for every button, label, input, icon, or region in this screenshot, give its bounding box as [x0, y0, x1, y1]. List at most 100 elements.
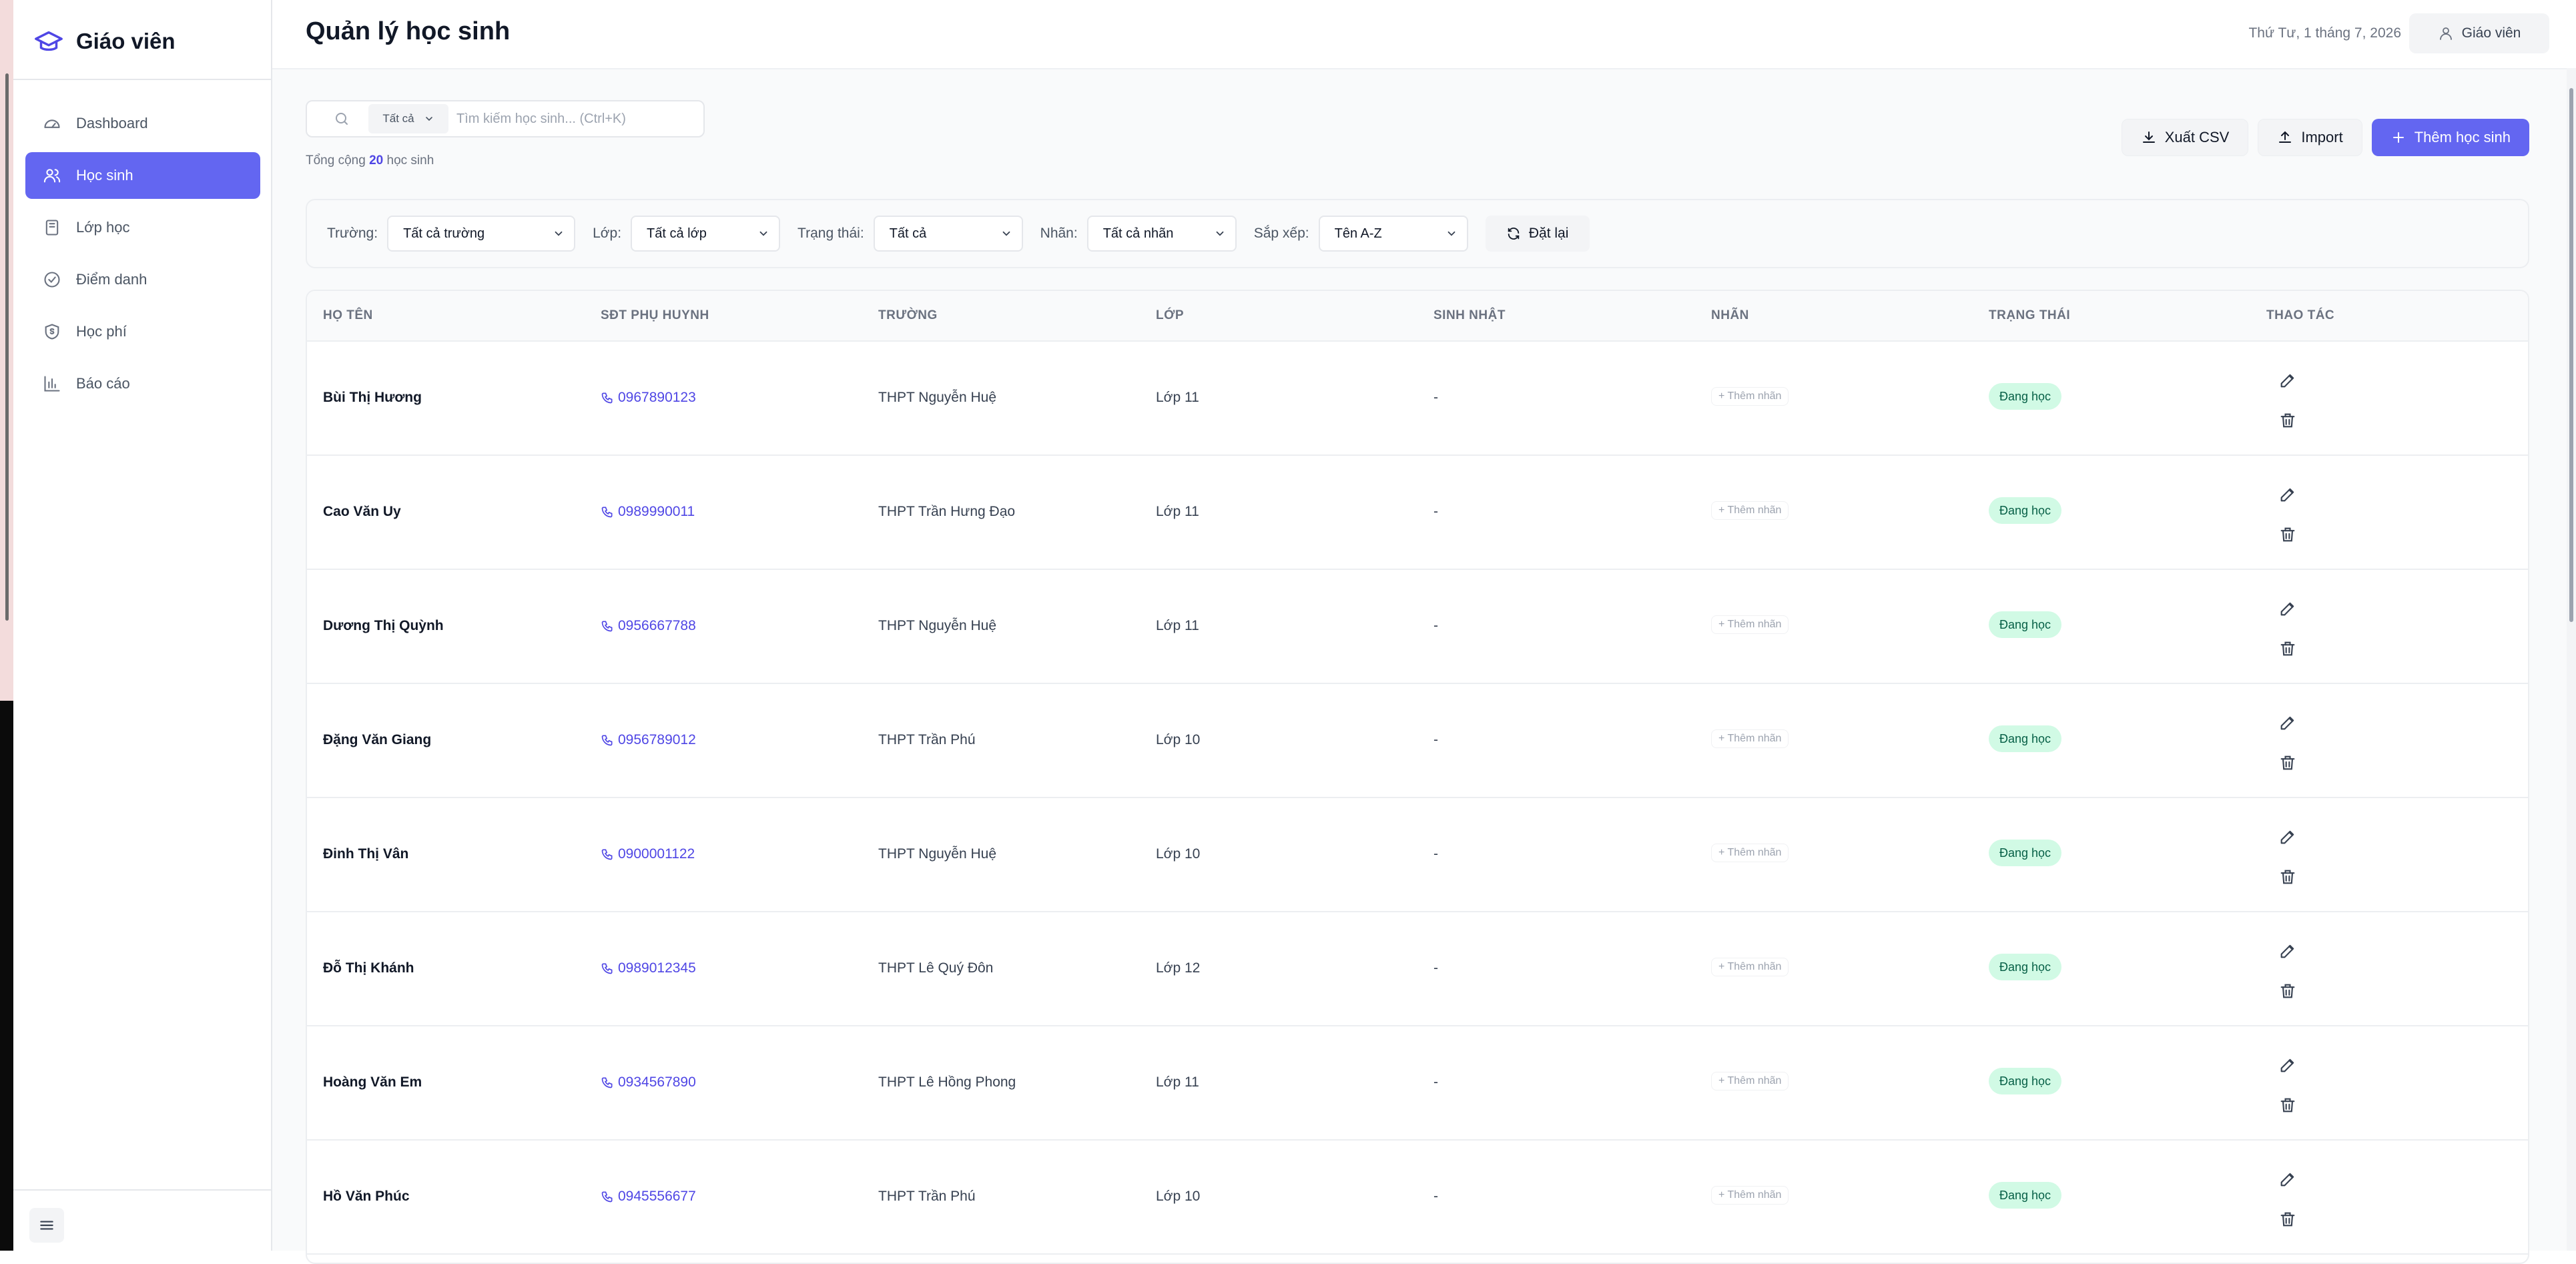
table-body: Bùi Thị Hương 0967890123 THPT Nguyễn Huệ Lớ…: [307, 342, 2528, 1255]
student-name: Dương Thị Quỳnh: [323, 618, 444, 633]
add-tag-button[interactable]: + Thêm nhãn: [1711, 387, 1789, 406]
column-header-tags: NHÃN: [1711, 308, 1749, 322]
delete-student-button[interactable]: [2269, 1086, 2306, 1124]
tag-filter-select[interactable]: Tất cả nhãn: [1086, 216, 1237, 252]
edit-student-button[interactable]: [2269, 476, 2306, 513]
parent-phone-link[interactable]: 0934567890: [601, 1074, 696, 1090]
add-tag-button[interactable]: + Thêm nhãn: [1711, 501, 1789, 520]
download-icon: [2142, 131, 2155, 143]
edit-student-button[interactable]: [2269, 590, 2306, 627]
search-input[interactable]: [455, 110, 703, 127]
table-row[interactable]: Hoàng Văn Em 0934567890 THPT Lê Hồng Phong…: [307, 1026, 2528, 1141]
parent-phone: 0956789012: [618, 732, 696, 747]
add-tag-button[interactable]: + Thêm nhãn: [1711, 1186, 1789, 1205]
brand-title: Giáo viên: [76, 29, 176, 53]
sort-select[interactable]: Tên A-Z: [1318, 216, 1468, 252]
parent-phone-link[interactable]: 0967890123: [601, 390, 696, 406]
delete-student-button[interactable]: [2269, 858, 2306, 896]
sidebar-toggle-button[interactable]: [29, 1208, 64, 1243]
column-header-name[interactable]: HỌ TÊN: [323, 308, 373, 323]
sidebar-item-reports[interactable]: Báo cáo: [25, 360, 260, 407]
import-button[interactable]: Import: [2258, 119, 2362, 156]
edit-student-button[interactable]: [2269, 932, 2306, 970]
delete-student-button[interactable]: [2269, 630, 2306, 667]
top-bar: Quản lý học sinh Thứ Tư, 1 tháng 7, 2026…: [272, 0, 2576, 69]
trash-icon: [2280, 984, 2295, 998]
add-student-button[interactable]: Thêm học sinh: [2371, 119, 2529, 156]
delete-student-button[interactable]: [2269, 972, 2306, 1010]
sidebar-item-students[interactable]: Học sinh: [25, 152, 260, 199]
sort-value: Tên A-Z: [1334, 226, 1382, 241]
sidebar-item-dashboard[interactable]: Dashboard: [25, 100, 260, 147]
reset-label: Đặt lại: [1528, 226, 1569, 241]
total-suffix: học sinh: [386, 153, 434, 168]
delete-student-button[interactable]: [2269, 516, 2306, 553]
page-scrollbar-thumb[interactable]: [2569, 88, 2573, 622]
table-row[interactable]: Đặng Văn Giang 0956789012 THPT Trần Phú Lớp…: [307, 684, 2528, 798]
delete-student-button[interactable]: [2269, 744, 2306, 781]
parent-phone: 0934567890: [618, 1074, 696, 1090]
class-filter-select[interactable]: Tất cả lớp: [631, 216, 781, 252]
column-header-phone: SĐT PHỤ HUYNH: [601, 308, 709, 322]
school-filter-select[interactable]: Tất cả trường: [387, 216, 576, 252]
table-row[interactable]: Đỗ Thị Khánh 0989012345 THPT Lê Quý Đôn Lớp…: [307, 912, 2528, 1026]
status-filter-select[interactable]: Tất cả: [873, 216, 1023, 252]
outer-scrollbar-thumb[interactable]: [5, 73, 9, 621]
pencil-icon: [2280, 488, 2294, 502]
add-student-label: Thêm học sinh: [2414, 129, 2511, 145]
parent-phone-link[interactable]: 0989990011: [601, 504, 695, 520]
sidebar-item-classes[interactable]: Lớp học: [25, 204, 260, 251]
sidebar-item-attendance[interactable]: Điểm danh: [25, 256, 260, 303]
brand[interactable]: Giáo viên: [33, 23, 176, 60]
brand-divider: [13, 79, 271, 80]
school-filter-label: Trường:: [327, 226, 378, 241]
table-row[interactable]: Đinh Thị Vân 0900001122 THPT Nguyễn Huệ Lớp…: [307, 798, 2528, 912]
search-scope-select[interactable]: Tất cả: [368, 104, 448, 133]
pencil-icon: [2280, 374, 2294, 388]
student-birthday: -: [1433, 390, 1438, 405]
phone-icon: [601, 392, 613, 404]
status-badge: Đang học: [1989, 1068, 2062, 1094]
parent-phone-link[interactable]: 0989012345: [601, 960, 696, 976]
menu-icon: [40, 1221, 53, 1230]
add-tag-button[interactable]: + Thêm nhãn: [1711, 844, 1789, 862]
column-header-status: TRẠNG THÁI: [1989, 308, 2071, 322]
edit-student-button[interactable]: [2269, 1161, 2306, 1198]
parent-phone: 0989990011: [618, 504, 695, 519]
edit-student-button[interactable]: [2269, 362, 2306, 399]
user-menu-button[interactable]: Giáo viên: [2409, 13, 2549, 53]
edit-student-button[interactable]: [2269, 704, 2306, 741]
sidebar-item-tuition[interactable]: Học phí: [25, 308, 260, 355]
parent-phone-link[interactable]: 0900001122: [601, 846, 695, 862]
book-icon: [45, 220, 59, 236]
parent-phone-link[interactable]: 0956667788: [601, 618, 696, 634]
delete-student-button[interactable]: [2269, 402, 2306, 439]
add-tag-button[interactable]: + Thêm nhãn: [1711, 1072, 1789, 1090]
table-row[interactable]: Cao Văn Uy 0989990011 THPT Trần Hưng Đạo Lớ…: [307, 456, 2528, 570]
status-filter-value: Tất cả: [889, 226, 927, 241]
trash-icon: [2280, 527, 2295, 542]
tag-filter-label: Nhãn:: [1040, 226, 1078, 241]
current-date: Thứ Tư, 1 tháng 7, 2026: [2248, 25, 2401, 41]
pencil-icon: [2280, 944, 2294, 958]
edit-student-button[interactable]: [2269, 818, 2306, 856]
table-row[interactable]: Hồ Văn Phúc 0945556677 THPT Trần Phú Lớp 10…: [307, 1141, 2528, 1255]
main-content: Quản lý học sinh Thứ Tư, 1 tháng 7, 2026…: [272, 0, 2576, 1264]
student-birthday: -: [1433, 846, 1438, 862]
page-scrollbar[interactable]: [2567, 68, 2576, 1251]
table-row[interactable]: Dương Thị Quỳnh 0956667788 THPT Nguyễn Huệ…: [307, 570, 2528, 684]
student-class: Lớp 12: [1156, 960, 1201, 976]
student-school: THPT Nguyễn Huệ: [878, 846, 997, 862]
export-csv-button[interactable]: Xuất CSV: [2121, 119, 2249, 156]
edit-student-button[interactable]: [2269, 1046, 2306, 1084]
reset-filters-button[interactable]: Đặt lại: [1485, 216, 1590, 252]
delete-student-button[interactable]: [2269, 1201, 2306, 1238]
add-tag-button[interactable]: + Thêm nhãn: [1711, 958, 1789, 976]
parent-phone-link[interactable]: 0956789012: [601, 732, 696, 748]
parent-phone-link[interactable]: 0945556677: [601, 1189, 696, 1205]
graduation-cap-icon: [35, 31, 63, 51]
add-tag-button[interactable]: + Thêm nhãn: [1711, 615, 1789, 634]
table-row[interactable]: Bùi Thị Hương 0967890123 THPT Nguyễn Huệ Lớ…: [307, 342, 2528, 456]
sidebar-item-label: Điểm danh: [76, 271, 147, 288]
add-tag-button[interactable]: + Thêm nhãn: [1711, 729, 1789, 748]
